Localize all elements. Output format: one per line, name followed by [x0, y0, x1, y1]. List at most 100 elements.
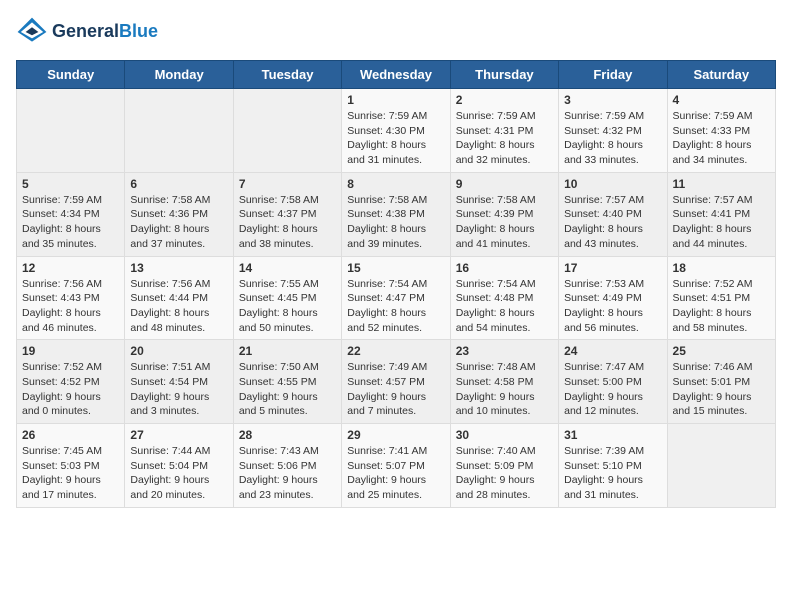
day-number: 29 — [347, 428, 444, 442]
cell-info: Sunrise: 7:56 AMSunset: 4:43 PMDaylight:… — [22, 277, 119, 336]
day-number: 28 — [239, 428, 336, 442]
cell-info: Sunrise: 7:59 AMSunset: 4:34 PMDaylight:… — [22, 193, 119, 252]
calendar-cell: 16 Sunrise: 7:54 AMSunset: 4:48 PMDayligh… — [450, 256, 558, 340]
logo: GeneralBlue — [16, 16, 158, 48]
calendar-cell: 15Sunrise: 7:54 AMSunset: 4:47 PMDayligh… — [342, 256, 450, 340]
calendar-cell: 29 Sunrise: 7:41 AMSunset: 5:07 PMDayligh… — [342, 424, 450, 508]
cell-info: Sunrise: 7:53 AMSunset: 4:49 PMDaylight:… — [564, 277, 661, 336]
calendar-cell: 20 Sunrise: 7:51 AMSunset: 4:54 PMDayligh… — [125, 340, 233, 424]
day-number: 7 — [239, 177, 336, 191]
logo-text: GeneralBlue — [52, 22, 158, 42]
day-number: 17 — [564, 261, 661, 275]
calendar-cell: 1 Sunrise: 7:59 AMSunset: 4:30 PMDaylight… — [342, 89, 450, 173]
calendar-week-row: 1 Sunrise: 7:59 AMSunset: 4:30 PMDaylight… — [17, 89, 776, 173]
calendar-week-row: 26 Sunrise: 7:45 AMSunset: 5:03 PMDayligh… — [17, 424, 776, 508]
calendar-cell: 11 Sunrise: 7:57 AMSunset: 4:41 PMDayligh… — [667, 172, 775, 256]
weekday-header: Monday — [125, 61, 233, 89]
day-number: 22 — [347, 344, 444, 358]
calendar-cell: 4Sunrise: 7:59 AMSunset: 4:33 PMDaylight… — [667, 89, 775, 173]
calendar-cell: 30 Sunrise: 7:40 AMSunset: 5:09 PMDayligh… — [450, 424, 558, 508]
calendar-cell — [667, 424, 775, 508]
page-header: GeneralBlue — [16, 16, 776, 48]
calendar-cell: 19 Sunrise: 7:52 AMSunset: 4:52 PMDayligh… — [17, 340, 125, 424]
cell-info: Sunrise: 7:43 AMSunset: 5:06 PMDaylight:… — [239, 444, 336, 503]
calendar-cell: 25Sunrise: 7:46 AMSunset: 5:01 PMDayligh… — [667, 340, 775, 424]
day-number: 16 — [456, 261, 553, 275]
calendar-cell: 26 Sunrise: 7:45 AMSunset: 5:03 PMDayligh… — [17, 424, 125, 508]
calendar-cell: 9Sunrise: 7:58 AMSunset: 4:39 PMDaylight… — [450, 172, 558, 256]
calendar-cell: 31 Sunrise: 7:39 AMSunset: 5:10 PMDayligh… — [559, 424, 667, 508]
day-number: 3 — [564, 93, 661, 107]
cell-info: Sunrise: 7:59 AMSunset: 4:32 PMDaylight:… — [564, 109, 661, 168]
calendar-cell: 14Sunrise: 7:55 AMSunset: 4:45 PMDayligh… — [233, 256, 341, 340]
calendar-cell: 13Sunrise: 7:56 AMSunset: 4:44 PMDayligh… — [125, 256, 233, 340]
weekday-header: Friday — [559, 61, 667, 89]
day-number: 26 — [22, 428, 119, 442]
calendar-cell: 28 Sunrise: 7:43 AMSunset: 5:06 PMDayligh… — [233, 424, 341, 508]
day-number: 27 — [130, 428, 227, 442]
calendar-cell: 22Sunrise: 7:49 AMSunset: 4:57 PMDayligh… — [342, 340, 450, 424]
cell-info: Sunrise: 7:47 AMSunset: 5:00 PMDaylight:… — [564, 360, 661, 419]
day-number: 31 — [564, 428, 661, 442]
calendar-cell: 12 Sunrise: 7:56 AMSunset: 4:43 PMDayligh… — [17, 256, 125, 340]
calendar-cell: 17 Sunrise: 7:53 AMSunset: 4:49 PMDayligh… — [559, 256, 667, 340]
cell-info: Sunrise: 7:40 AMSunset: 5:09 PMDaylight:… — [456, 444, 553, 503]
weekday-header: Wednesday — [342, 61, 450, 89]
calendar-week-row: 19 Sunrise: 7:52 AMSunset: 4:52 PMDayligh… — [17, 340, 776, 424]
cell-info: Sunrise: 7:52 AMSunset: 4:51 PMDaylight:… — [673, 277, 770, 336]
weekday-header: Thursday — [450, 61, 558, 89]
day-number: 1 — [347, 93, 444, 107]
day-number: 4 — [673, 93, 770, 107]
cell-info: Sunrise: 7:48 AMSunset: 4:58 PMDaylight:… — [456, 360, 553, 419]
calendar-cell: 6 Sunrise: 7:58 AMSunset: 4:36 PMDaylight… — [125, 172, 233, 256]
calendar-cell — [233, 89, 341, 173]
calendar-table: SundayMondayTuesdayWednesdayThursdayFrid… — [16, 60, 776, 508]
calendar-cell — [125, 89, 233, 173]
calendar-cell: 27Sunrise: 7:44 AMSunset: 5:04 PMDayligh… — [125, 424, 233, 508]
day-number: 6 — [130, 177, 227, 191]
cell-info: Sunrise: 7:52 AMSunset: 4:52 PMDaylight:… — [22, 360, 119, 419]
calendar-cell: 2 Sunrise: 7:59 AMSunset: 4:31 PMDaylight… — [450, 89, 558, 173]
calendar-cell — [17, 89, 125, 173]
cell-info: Sunrise: 7:54 AMSunset: 4:47 PMDaylight:… — [347, 277, 444, 336]
day-number: 30 — [456, 428, 553, 442]
calendar-cell: 10 Sunrise: 7:57 AMSunset: 4:40 PMDayligh… — [559, 172, 667, 256]
cell-info: Sunrise: 7:41 AMSunset: 5:07 PMDaylight:… — [347, 444, 444, 503]
cell-info: Sunrise: 7:58 AMSunset: 4:38 PMDaylight:… — [347, 193, 444, 252]
day-number: 8 — [347, 177, 444, 191]
calendar-cell: 5 Sunrise: 7:59 AMSunset: 4:34 PMDaylight… — [17, 172, 125, 256]
calendar-week-row: 5 Sunrise: 7:59 AMSunset: 4:34 PMDaylight… — [17, 172, 776, 256]
cell-info: Sunrise: 7:57 AMSunset: 4:41 PMDaylight:… — [673, 193, 770, 252]
weekday-header: Saturday — [667, 61, 775, 89]
cell-info: Sunrise: 7:54 AMSunset: 4:48 PMDaylight:… — [456, 277, 553, 336]
day-number: 20 — [130, 344, 227, 358]
day-number: 23 — [456, 344, 553, 358]
day-number: 10 — [564, 177, 661, 191]
calendar-cell: 7 Sunrise: 7:58 AMSunset: 4:37 PMDaylight… — [233, 172, 341, 256]
cell-info: Sunrise: 7:58 AMSunset: 4:36 PMDaylight:… — [130, 193, 227, 252]
day-number: 13 — [130, 261, 227, 275]
cell-info: Sunrise: 7:46 AMSunset: 5:01 PMDaylight:… — [673, 360, 770, 419]
day-number: 21 — [239, 344, 336, 358]
day-number: 5 — [22, 177, 119, 191]
cell-info: Sunrise: 7:45 AMSunset: 5:03 PMDaylight:… — [22, 444, 119, 503]
cell-info: Sunrise: 7:51 AMSunset: 4:54 PMDaylight:… — [130, 360, 227, 419]
cell-info: Sunrise: 7:58 AMSunset: 4:37 PMDaylight:… — [239, 193, 336, 252]
cell-info: Sunrise: 7:59 AMSunset: 4:30 PMDaylight:… — [347, 109, 444, 168]
weekday-header: Tuesday — [233, 61, 341, 89]
cell-info: Sunrise: 7:39 AMSunset: 5:10 PMDaylight:… — [564, 444, 661, 503]
calendar-cell: 3 Sunrise: 7:59 AMSunset: 4:32 PMDaylight… — [559, 89, 667, 173]
cell-info: Sunrise: 7:55 AMSunset: 4:45 PMDaylight:… — [239, 277, 336, 336]
day-number: 11 — [673, 177, 770, 191]
logo-icon — [16, 16, 48, 48]
calendar-cell: 24Sunrise: 7:47 AMSunset: 5:00 PMDayligh… — [559, 340, 667, 424]
calendar-week-row: 12 Sunrise: 7:56 AMSunset: 4:43 PMDayligh… — [17, 256, 776, 340]
day-number: 12 — [22, 261, 119, 275]
calendar-cell: 18Sunrise: 7:52 AMSunset: 4:51 PMDayligh… — [667, 256, 775, 340]
calendar-cell: 21Sunrise: 7:50 AMSunset: 4:55 PMDayligh… — [233, 340, 341, 424]
day-number: 2 — [456, 93, 553, 107]
cell-info: Sunrise: 7:59 AMSunset: 4:31 PMDaylight:… — [456, 109, 553, 168]
day-number: 19 — [22, 344, 119, 358]
cell-info: Sunrise: 7:57 AMSunset: 4:40 PMDaylight:… — [564, 193, 661, 252]
calendar-header-row: SundayMondayTuesdayWednesdayThursdayFrid… — [17, 61, 776, 89]
